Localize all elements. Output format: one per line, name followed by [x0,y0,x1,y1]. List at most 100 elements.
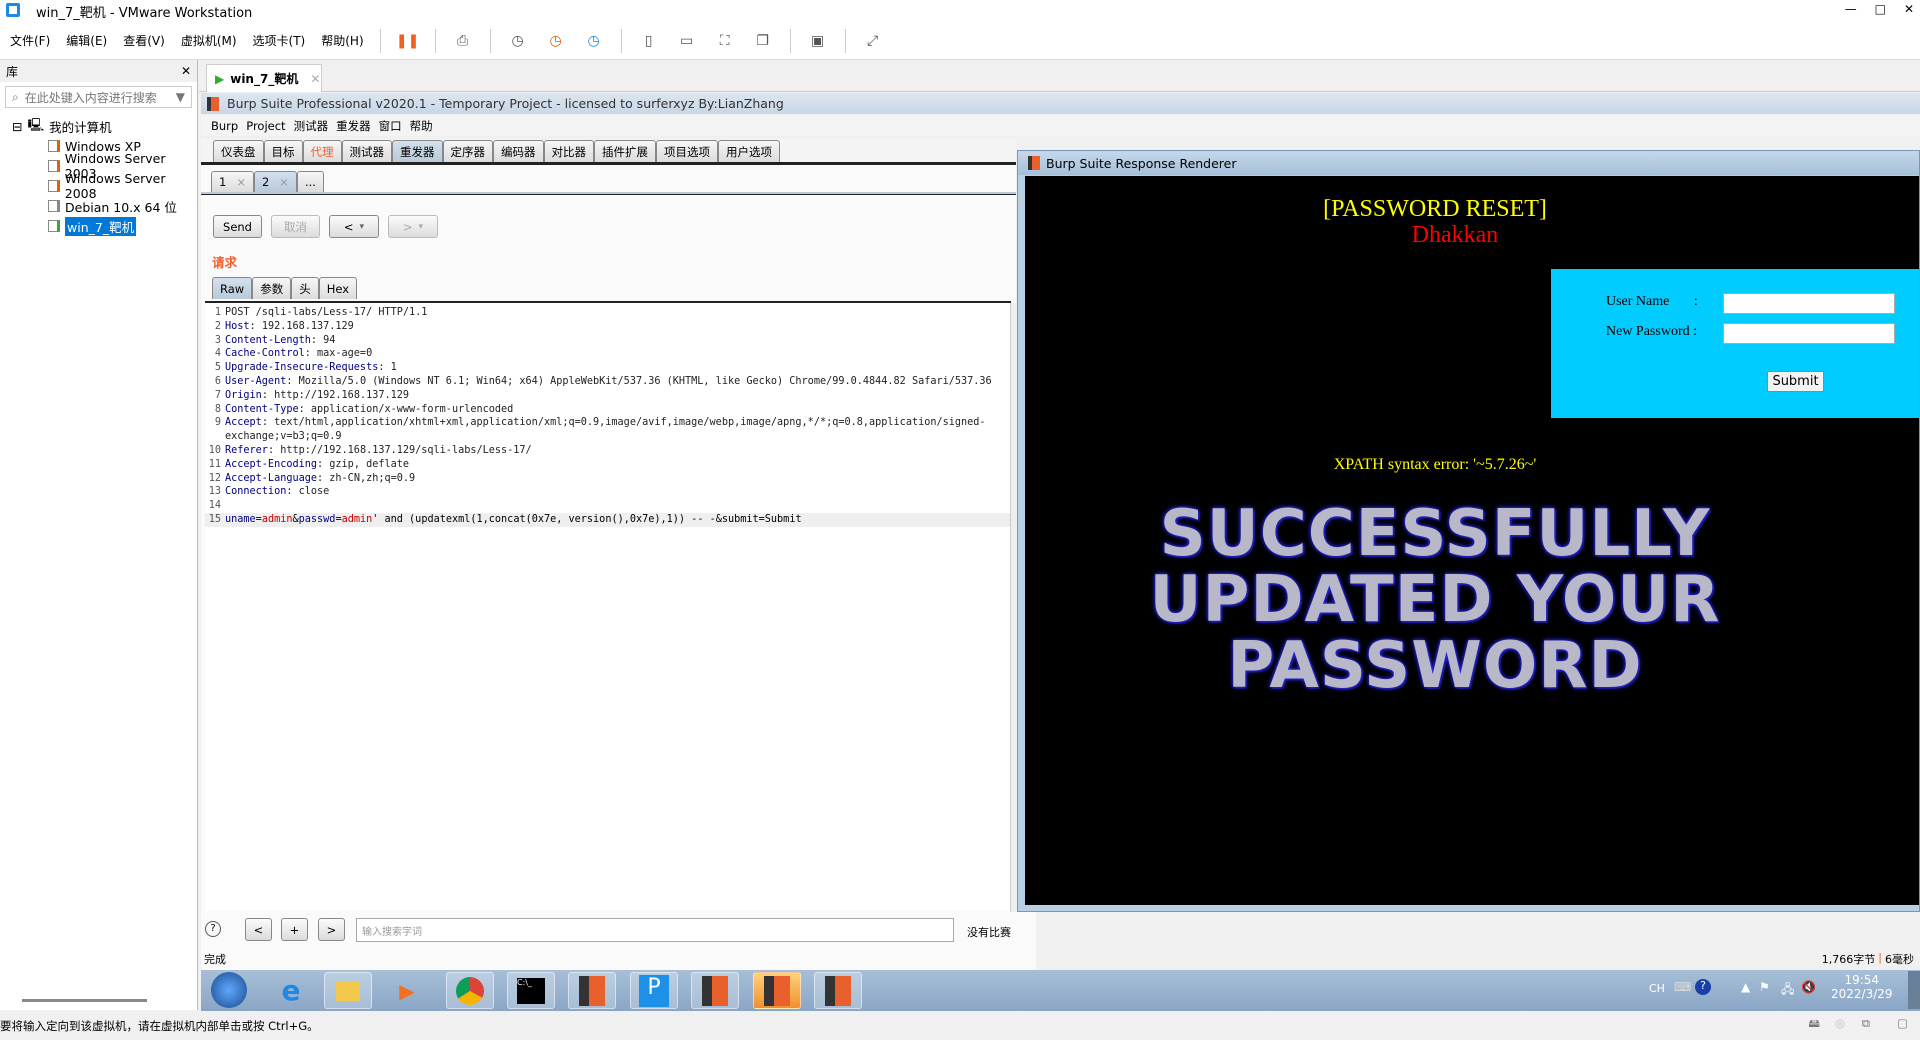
search-add-button[interactable]: + [281,918,308,941]
window-title: win_7_靶机 - VMware Workstation [36,5,253,21]
library-scrollbar[interactable] [22,999,147,1002]
burp-taskbar-icon[interactable] [568,972,616,1009]
tab-extender[interactable]: 插件扩展 [594,140,656,162]
vm-tab[interactable]: ▶ win_7_靶机 ✕ [206,64,322,92]
volume-muted-icon[interactable]: 🔇 [1801,980,1816,994]
tab-proxy[interactable]: 代理 [302,140,342,162]
thumbnail-view-icon[interactable]: ▭ [676,30,698,52]
fullscreen-icon[interactable]: ⛶ [714,30,736,52]
burp-menu-burp[interactable]: Burp [211,119,238,133]
burp-menu-project[interactable]: Project [246,119,285,133]
menu-view[interactable]: 查看(V) [123,32,165,49]
response-stats: 1,766字节 | 6毫秒 [1821,951,1914,966]
tab-close-icon[interactable]: × [279,175,289,189]
tab-target[interactable]: 目标 [263,140,303,162]
snapshot-manager-icon[interactable]: ◷ [583,30,605,52]
minimize-button[interactable]: — [1845,2,1857,16]
repeater-tab-1[interactable]: 1 × [211,171,254,192]
forward-button[interactable]: > ▾ [388,215,438,238]
new-password-input[interactable] [1723,323,1895,344]
editor-scrollbar[interactable] [1010,303,1016,913]
vmware-statusbar: 要将输入定向到该虚拟机，请在虚拟机内部单击或按 Ctrl+G。 🖴 ◎ ⧉ ▢ [0,1012,1920,1040]
submit-button[interactable]: Submit [1767,371,1824,392]
search-input[interactable]: 输入搜索字词 [356,918,954,942]
cd-icon[interactable]: ◎ [1835,1016,1845,1030]
chrome-icon[interactable] [446,972,494,1009]
collapse-icon[interactable]: ⊟ [12,119,22,134]
ie-icon[interactable]: e [267,972,315,1009]
request-editor[interactable]: 1 POST /sqli-labs/Less-17/ HTTP/1.1 2 Host:… [205,301,1011,911]
back-button[interactable]: < ▾ [329,215,379,238]
explorer-icon[interactable] [324,972,372,1009]
media-player-icon[interactable]: ▶ [383,972,431,1009]
success-banner: SUCCESSFULLY UPDATED YOUR PASSWORD [1149,497,1721,703]
network-icon[interactable]: 🖧 [1781,980,1794,1001]
p-app-icon[interactable]: P [630,972,678,1009]
menu-edit[interactable]: 编辑(E) [66,32,107,49]
library-search-input[interactable]: ⌕ 在此处键入内容进行搜索 ▼ [5,86,192,108]
tab-close-icon[interactable]: ✕ [310,72,320,86]
tree-vm-item[interactable]: Windows Server 2008 [0,171,197,201]
repeater-new-tab[interactable]: ... [296,171,324,192]
menu-tabs[interactable]: 选项卡(T) [253,32,306,49]
burp-menu-window[interactable]: 窗口 [379,118,402,134]
tree-vm-item[interactable]: Debian 10.x 64 位 [0,196,197,216]
help-icon[interactable]: ? [205,921,221,937]
tab-params[interactable]: 参数 [252,277,292,299]
tab-hex[interactable]: Hex [318,277,358,299]
burp-taskbar-icon-active[interactable] [753,972,801,1009]
cmd-icon[interactable]: C:\_ [507,972,555,1009]
tab-headers[interactable]: 头 [291,277,319,299]
library-view-icon[interactable]: ▯ [638,30,660,52]
menu-help[interactable]: 帮助(H) [321,32,363,49]
tab-user-options[interactable]: 用户选项 [718,140,780,162]
close-button[interactable]: ✕ [1904,2,1914,16]
language-indicator[interactable]: CH [1649,982,1665,995]
unity-icon[interactable]: ❐ [752,30,774,52]
menu-vm[interactable]: 虚拟机(M) [181,32,237,49]
start-button[interactable] [211,972,247,1008]
tab-intruder[interactable]: 测试器 [341,140,392,162]
pause-icon[interactable]: ❚❚ [396,30,419,52]
library-close-button[interactable]: ✕ [181,64,191,78]
burp-menu-intruder[interactable]: 测试器 [294,118,329,134]
send-button[interactable]: Send [213,215,262,238]
repeater-tab-2[interactable]: 2 × [253,171,297,192]
burp-menu-help[interactable]: 帮助 [410,118,433,134]
console-icon[interactable]: ▣ [807,30,829,52]
dropdown-icon[interactable]: ▼ [176,90,185,104]
tab-close-icon[interactable]: × [236,175,246,189]
tab-sequencer[interactable]: 定序器 [442,140,493,162]
network-adapter-icon[interactable]: ⧉ [1862,1016,1870,1031]
username-input[interactable] [1723,293,1895,314]
revert-snapshot-icon[interactable]: ◷ [545,30,567,52]
keyboard-icon[interactable]: ⌨ [1674,980,1691,994]
tab-project-options[interactable]: 项目选项 [656,140,718,162]
stretch-icon[interactable]: ⤢ [862,30,884,52]
menu-file[interactable]: 文件(F) [10,32,50,49]
tree-vm-item-selected[interactable]: win_7_靶机 [0,216,197,236]
burp-taskbar-icon[interactable] [814,972,862,1009]
tab-dashboard[interactable]: 仪表盘 [213,140,264,162]
guest-taskbar: e ▶ C:\_ P CH ⌨ ? ▲ ⚑ 🖧 🔇 19:54 2022/3/29 [201,970,1920,1011]
cancel-button[interactable]: 取消 [271,215,320,238]
send-ctrl-alt-del-icon[interactable]: ⎙ [452,30,474,52]
action-center-icon[interactable]: ⚑ [1759,980,1770,994]
show-desktop-button[interactable] [1908,971,1920,1009]
tab-repeater[interactable]: 重发器 [392,140,443,162]
search-prev-button[interactable]: < [245,918,272,941]
burp-menu-repeater[interactable]: 重发器 [336,118,371,134]
maximize-button[interactable]: □ [1875,2,1886,16]
tab-decoder[interactable]: 编码器 [493,140,544,162]
snapshot-icon[interactable]: ◷ [507,30,529,52]
show-hidden-icons[interactable]: ▲ [1741,980,1750,994]
disk-icon[interactable]: 🖴 [1808,1016,1820,1035]
clock[interactable]: 19:54 2022/3/29 [1831,973,1893,1001]
search-next-button[interactable]: > [318,918,345,941]
help-tray-icon[interactable]: ? [1695,979,1711,995]
notes-icon[interactable]: ▢ [1897,1016,1908,1030]
tab-raw[interactable]: Raw [212,277,253,299]
burp-taskbar-icon[interactable] [691,972,739,1009]
tab-comparer[interactable]: 对比器 [543,140,594,162]
tree-root[interactable]: ⊟ 🖳 我的计算机 [0,116,197,136]
